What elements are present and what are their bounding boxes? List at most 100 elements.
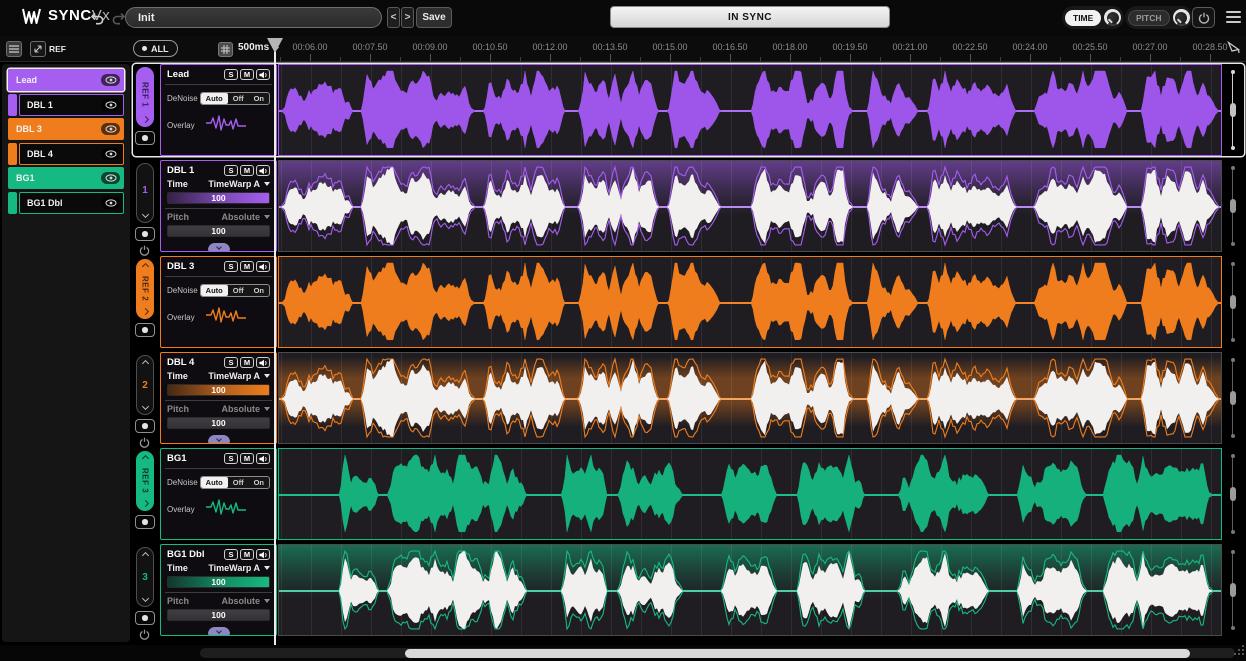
waveform-lane[interactable] bbox=[278, 352, 1222, 444]
resize-grip[interactable] bbox=[1234, 642, 1244, 660]
mute-button[interactable]: M bbox=[240, 549, 254, 560]
eye-visibility-button[interactable] bbox=[101, 197, 120, 209]
overlay-waveform-icon[interactable] bbox=[205, 114, 247, 137]
sidebar-track-item[interactable]: DBL 1 bbox=[8, 94, 124, 116]
eye-visibility-button[interactable] bbox=[101, 74, 120, 86]
denoise-option-on[interactable]: On bbox=[249, 93, 269, 104]
sync-status-bar[interactable]: IN SYNC bbox=[610, 6, 890, 28]
sidebar-track-item[interactable]: BG1 bbox=[8, 167, 124, 189]
solo-button[interactable]: S bbox=[224, 549, 238, 560]
denoise-option-on[interactable]: On bbox=[249, 477, 269, 488]
waveform-lane[interactable] bbox=[278, 160, 1222, 252]
time-mode-select[interactable]: TimeWarp A bbox=[208, 179, 270, 189]
waveform-lane[interactable] bbox=[278, 64, 1222, 156]
time-toggle[interactable]: TIME bbox=[1065, 10, 1101, 26]
denoise-option-auto[interactable]: Auto bbox=[201, 285, 228, 296]
pitch-mode-select[interactable]: Absolute bbox=[221, 404, 270, 414]
vertical-zoom-slider[interactable] bbox=[1223, 352, 1242, 444]
header-expand-handle[interactable] bbox=[208, 435, 230, 443]
all-tracks-button[interactable]: ALL bbox=[133, 40, 178, 57]
denoise-option-on[interactable]: On bbox=[249, 285, 269, 296]
prev-preset-button[interactable]: < bbox=[387, 7, 400, 28]
record-arm-button[interactable] bbox=[135, 515, 155, 529]
mute-button[interactable]: M bbox=[240, 261, 254, 272]
time-amount-slider[interactable]: 100 bbox=[167, 384, 270, 396]
preset-name-field[interactable]: Init bbox=[125, 7, 382, 28]
pitch-amount-slider[interactable]: 100 bbox=[167, 417, 270, 429]
sidebar-track-item[interactable]: DBL 4 bbox=[8, 143, 124, 165]
denoise-option-off[interactable]: Off bbox=[228, 93, 249, 104]
timeline-ruler[interactable]: 00:06.0000:07.5000:09.0000:10.5000:12.00… bbox=[278, 36, 1240, 62]
vertical-zoom-slider[interactable] bbox=[1223, 160, 1242, 252]
save-button[interactable]: Save bbox=[416, 7, 452, 28]
mute-button[interactable]: M bbox=[240, 453, 254, 464]
vertical-zoom-slider[interactable] bbox=[1223, 256, 1242, 348]
waveform-lane[interactable] bbox=[278, 544, 1222, 636]
sidebar-track-item[interactable]: BG1 Dbl bbox=[8, 192, 124, 214]
solo-button[interactable]: S bbox=[224, 165, 238, 176]
sidebar-track-item[interactable]: DBL 3 bbox=[8, 118, 124, 140]
vertical-zoom-thumb[interactable] bbox=[1230, 295, 1236, 309]
monitor-speaker-button[interactable] bbox=[256, 453, 270, 464]
denoise-option-off[interactable]: Off bbox=[228, 285, 249, 296]
pitch-mode-select[interactable]: Absolute bbox=[221, 212, 270, 222]
waveform-lane[interactable] bbox=[278, 256, 1222, 348]
track-list-view-button[interactable] bbox=[6, 41, 22, 57]
marker-flag-icon[interactable] bbox=[1227, 41, 1240, 59]
track-collapse-tab[interactable]: REF 2 bbox=[136, 259, 154, 319]
time-mode-select[interactable]: TimeWarp A bbox=[208, 371, 270, 381]
monitor-speaker-button[interactable] bbox=[256, 357, 270, 368]
mute-button[interactable]: M bbox=[240, 69, 254, 80]
record-arm-button[interactable] bbox=[135, 611, 155, 625]
pitch-amount-slider[interactable]: 100 bbox=[167, 225, 270, 237]
monitor-speaker-button[interactable] bbox=[256, 69, 270, 80]
denoise-option-auto[interactable]: Auto bbox=[201, 93, 228, 104]
vertical-zoom-slider[interactable] bbox=[1223, 448, 1242, 540]
eye-visibility-button[interactable] bbox=[101, 148, 120, 160]
grid-snap-button[interactable] bbox=[218, 42, 233, 57]
track-collapse-tab[interactable]: 2 bbox=[136, 355, 154, 415]
track-collapse-tab[interactable]: REF 1 bbox=[136, 67, 154, 127]
pitch-toggle[interactable]: PITCH bbox=[1128, 10, 1170, 26]
next-preset-button[interactable]: > bbox=[401, 7, 414, 28]
overlay-waveform-icon[interactable] bbox=[205, 306, 247, 329]
vertical-zoom-thumb[interactable] bbox=[1230, 103, 1236, 117]
pitch-amount-slider[interactable]: 100 bbox=[167, 609, 270, 621]
track-collapse-tab[interactable]: 3 bbox=[136, 547, 154, 607]
time-knob[interactable] bbox=[1104, 9, 1121, 26]
vertical-zoom-thumb[interactable] bbox=[1230, 199, 1236, 213]
monitor-speaker-button[interactable] bbox=[256, 165, 270, 176]
solo-button[interactable]: S bbox=[224, 453, 238, 464]
playhead-handle[interactable] bbox=[267, 38, 283, 53]
denoise-option-auto[interactable]: Auto bbox=[201, 477, 228, 488]
vertical-zoom-slider[interactable] bbox=[1223, 544, 1242, 636]
solo-button[interactable]: S bbox=[224, 261, 238, 272]
horizontal-scrollbar-thumb[interactable] bbox=[405, 649, 1190, 658]
pitch-mode-select[interactable]: Absolute bbox=[221, 596, 270, 606]
eye-visibility-button[interactable] bbox=[101, 172, 120, 184]
ref-sort-button[interactable] bbox=[30, 41, 46, 57]
vertical-zoom-slider[interactable] bbox=[1223, 64, 1242, 156]
monitor-speaker-button[interactable] bbox=[256, 549, 270, 560]
menu-button[interactable] bbox=[1226, 11, 1241, 23]
track-collapse-tab[interactable]: REF 3 bbox=[136, 451, 154, 511]
record-arm-button[interactable] bbox=[135, 323, 155, 337]
record-arm-button[interactable] bbox=[135, 419, 155, 433]
vertical-zoom-thumb[interactable] bbox=[1230, 487, 1236, 501]
overlay-waveform-icon[interactable] bbox=[205, 498, 247, 521]
vertical-zoom-thumb[interactable] bbox=[1230, 391, 1236, 405]
monitor-speaker-button[interactable] bbox=[256, 261, 270, 272]
waveform-lane[interactable] bbox=[278, 448, 1222, 540]
record-arm-button[interactable] bbox=[135, 131, 155, 145]
undo-button[interactable] bbox=[88, 9, 106, 27]
vertical-zoom-thumb[interactable] bbox=[1230, 583, 1236, 597]
header-expand-handle[interactable] bbox=[208, 627, 230, 635]
solo-button[interactable]: S bbox=[224, 357, 238, 368]
mute-button[interactable]: M bbox=[240, 357, 254, 368]
eye-visibility-button[interactable] bbox=[101, 123, 120, 135]
power-button[interactable] bbox=[1192, 7, 1215, 28]
track-power-button[interactable] bbox=[139, 627, 150, 645]
solo-button[interactable]: S bbox=[224, 69, 238, 80]
header-expand-handle[interactable] bbox=[208, 243, 230, 251]
time-mode-select[interactable]: TimeWarp A bbox=[208, 563, 270, 573]
